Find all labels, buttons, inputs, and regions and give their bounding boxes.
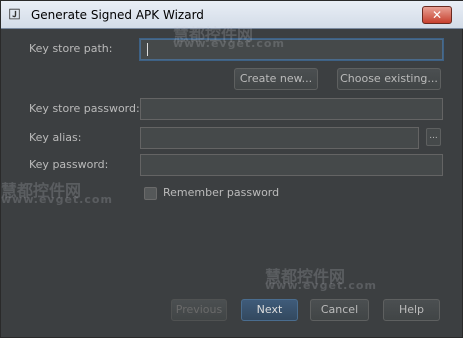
window-title: Generate Signed APK Wizard xyxy=(31,8,204,22)
key-store-path-label: Key store path: xyxy=(29,42,113,55)
choose-existing-button[interactable]: Choose existing... xyxy=(337,68,441,90)
app-icon: 🄹 xyxy=(9,8,20,21)
text-caret xyxy=(147,43,148,56)
watermark-url: www.evget.com xyxy=(265,279,377,292)
help-button[interactable]: Help xyxy=(383,299,440,321)
key-alias-browse-button[interactable]: ... xyxy=(426,128,441,146)
close-icon: ✕ xyxy=(431,8,443,22)
dialog-window: 🄹 Generate Signed APK Wizard ✕ Key store… xyxy=(0,0,463,338)
previous-button[interactable]: Previous xyxy=(171,299,227,321)
watermark-brand: 慧都控件网 xyxy=(1,181,82,200)
close-button[interactable]: ✕ xyxy=(422,6,452,24)
watermark-url: www.evget.com xyxy=(1,193,113,206)
key-password-label: Key password: xyxy=(29,158,109,171)
remember-password-checkbox[interactable] xyxy=(144,187,157,200)
key-alias-input[interactable] xyxy=(140,127,419,149)
cancel-button[interactable]: Cancel xyxy=(310,299,369,321)
remember-password-label[interactable]: Remember password xyxy=(163,186,279,199)
title-bar: 🄹 Generate Signed APK Wizard ✕ xyxy=(1,1,463,29)
create-new-button[interactable]: Create new... xyxy=(234,68,318,90)
watermark-brand: 慧都控件网 xyxy=(265,267,346,286)
key-alias-label: Key alias: xyxy=(29,131,82,144)
key-store-password-label: Key store password: xyxy=(29,102,140,115)
key-store-password-input[interactable] xyxy=(140,98,443,120)
next-button[interactable]: Next xyxy=(241,299,298,321)
key-store-path-input[interactable] xyxy=(140,39,443,60)
key-password-input[interactable] xyxy=(140,154,443,176)
